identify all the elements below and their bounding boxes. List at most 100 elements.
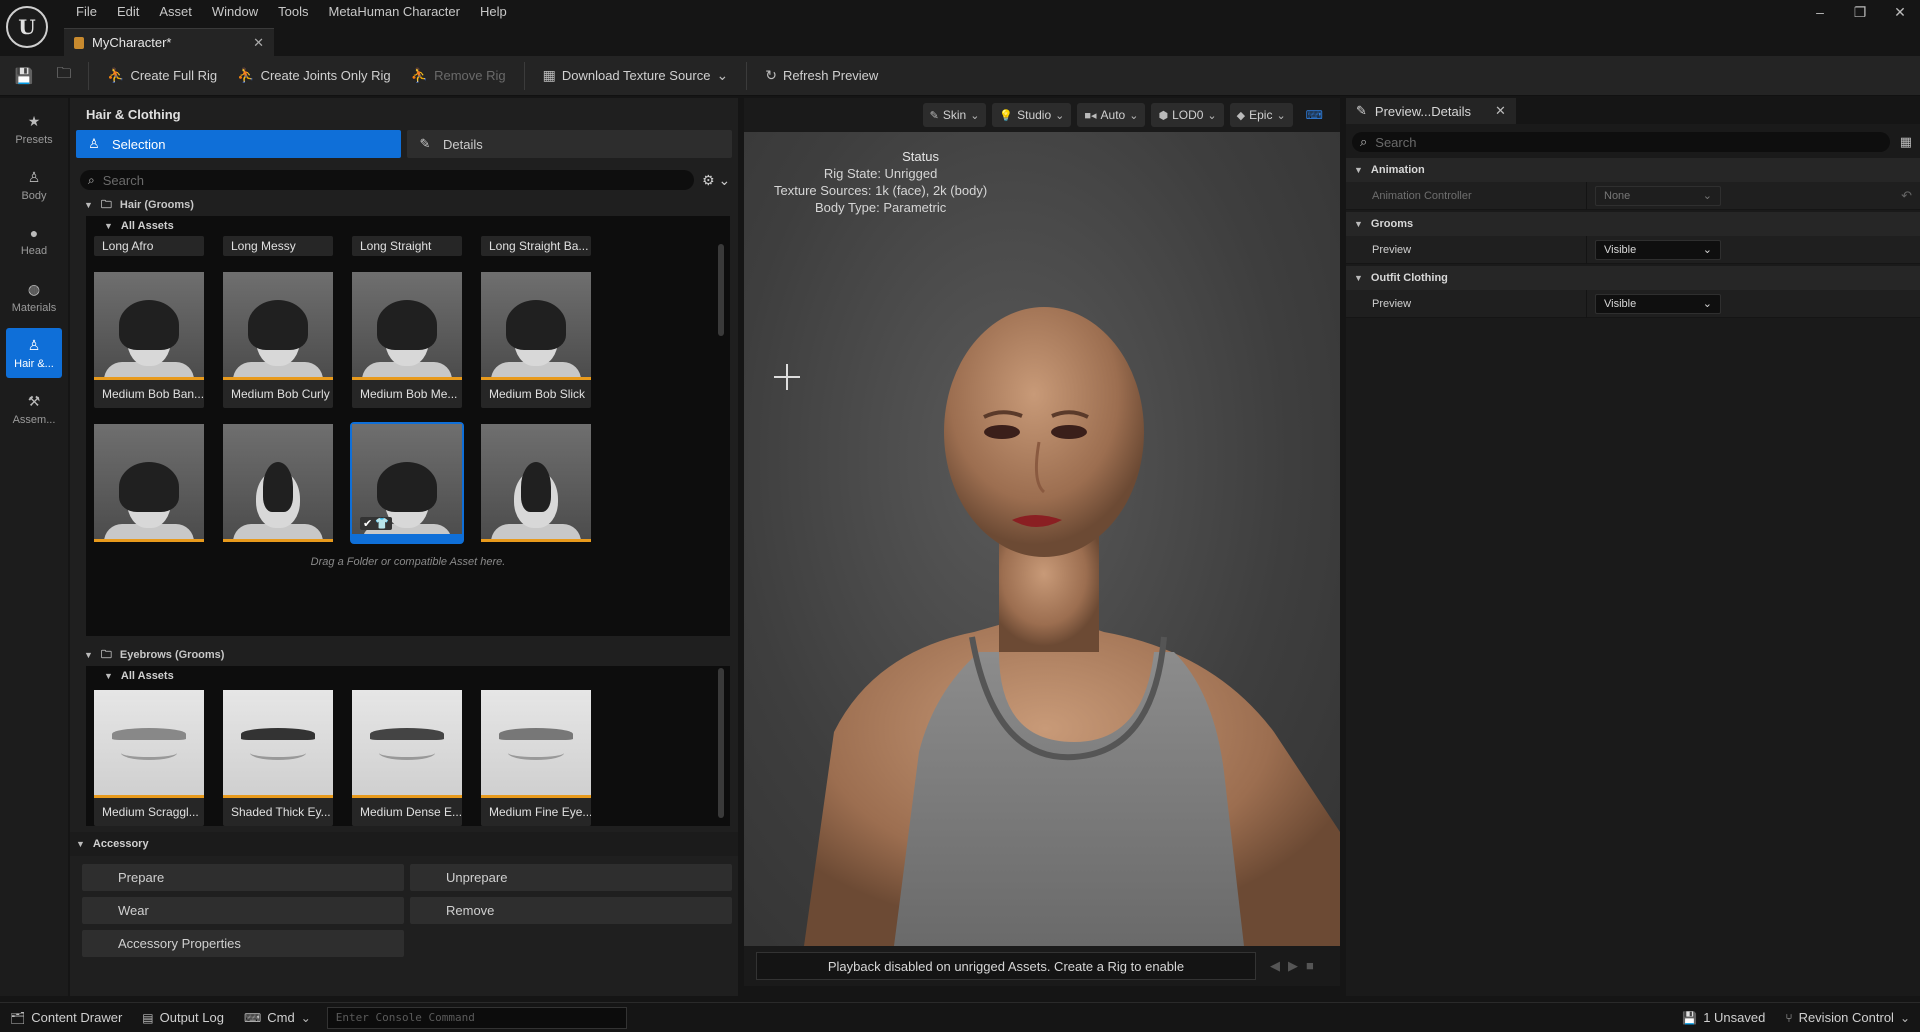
nav-materials[interactable]: ◍ Materials xyxy=(6,272,62,322)
table-view-icon[interactable]: ▦ xyxy=(1900,134,1912,150)
close-icon[interactable]: ✕ xyxy=(1495,103,1506,119)
nav-presets[interactable]: ★ Presets xyxy=(6,104,62,154)
eyebrow-thumbnail xyxy=(481,690,591,798)
asset-hair-mohawk[interactable] xyxy=(223,424,333,542)
details-search-row: ⌕ Search ▦ xyxy=(1346,124,1920,156)
asset-medium-dense[interactable]: Medium Dense E... xyxy=(352,690,462,826)
window-controls: – ❐ ✕ xyxy=(1800,0,1920,24)
unsaved-button[interactable]: 💾 1 Unsaved xyxy=(1672,1004,1775,1032)
reset-icon[interactable]: ↶ xyxy=(1901,188,1912,204)
menu-file[interactable]: File xyxy=(66,0,107,24)
category-outfit-clothing[interactable]: ▼ Outfit Clothing xyxy=(1346,266,1920,290)
play-reverse-icon[interactable]: ◀ xyxy=(1270,958,1280,974)
asset-long-straight-ba[interactable]: Long Straight Ba... xyxy=(481,236,591,256)
menu-asset[interactable]: Asset xyxy=(149,0,202,24)
prepare-button[interactable]: Prepare xyxy=(82,864,404,891)
studio-dropdown[interactable]: 💡 Studio ⌄ xyxy=(992,103,1072,127)
save-icon[interactable]: 💾 xyxy=(8,60,40,92)
browse-icon[interactable]: 🗀 xyxy=(48,60,80,92)
close-window-icon[interactable]: ✕ xyxy=(1880,0,1920,24)
refresh-preview-label: Refresh Preview xyxy=(782,68,879,83)
stop-icon[interactable]: ■ xyxy=(1306,958,1314,974)
tab-details[interactable]: ✎ Details xyxy=(407,130,732,158)
create-full-rig-button[interactable]: ⛹ Create Full Rig xyxy=(97,61,227,91)
nav-body-label: Body xyxy=(21,189,47,202)
asset-medium-scraggly[interactable]: Medium Scraggl... xyxy=(94,690,204,826)
cube-icon: ⬢ xyxy=(1158,109,1169,122)
eyebrows-section-header[interactable]: ▼ 🗀 Eyebrows (Grooms) xyxy=(70,644,738,666)
lod-label: LOD0 xyxy=(1172,108,1204,122)
asset-shaded-thick[interactable]: Shaded Thick Ey... xyxy=(223,690,333,826)
unprepare-button[interactable]: Unprepare xyxy=(410,864,732,891)
tab-preview-details[interactable]: ✎ Preview...Details ✕ xyxy=(1346,98,1516,124)
animation-controller-dropdown[interactable]: None ⌄ xyxy=(1595,185,1721,206)
character-render[interactable]: Status Rig State: Unrigged Texture Sourc… xyxy=(744,132,1340,946)
auto-dropdown[interactable]: ■◂ Auto ⌄ xyxy=(1077,103,1146,127)
grooms-preview-dropdown[interactable]: Visible ⌄ xyxy=(1595,239,1721,260)
asset-medium-fine[interactable]: Medium Fine Eye... xyxy=(481,690,591,826)
menu-help[interactable]: Help xyxy=(470,0,517,24)
tab-details-label: Details xyxy=(443,136,483,152)
details-search-input[interactable]: ⌕ Search xyxy=(1352,132,1890,152)
unreal-logo-icon[interactable]: U xyxy=(6,6,48,48)
restore-icon[interactable]: ❐ xyxy=(1840,0,1880,24)
skin-dropdown[interactable]: ✎ Skin ⌄ xyxy=(922,103,987,127)
outfit-preview-dropdown[interactable]: Visible ⌄ xyxy=(1595,293,1721,314)
menu-window[interactable]: Window xyxy=(202,0,268,24)
output-log-button[interactable]: ▤ Output Log xyxy=(132,1004,234,1032)
console-command-input[interactable]: Enter Console Command xyxy=(326,1006,627,1029)
eyebrows-all-assets-header[interactable]: ▼ All Assets xyxy=(86,666,730,686)
minimize-icon[interactable]: – xyxy=(1800,0,1840,24)
content-drawer-button[interactable]: 🗂 Content Drawer xyxy=(0,1004,132,1032)
keyboard-icon[interactable]: ⌨ xyxy=(1299,103,1330,127)
play-icon[interactable]: ▶ xyxy=(1288,958,1298,974)
asset-medium-bob-slick[interactable]: Medium Bob Slick xyxy=(481,272,591,408)
asset-medium-bob-messy[interactable]: Medium Bob Me... xyxy=(352,272,462,408)
download-texture-source-button[interactable]: ▦ Download Texture Source ⌄ xyxy=(533,61,739,91)
asset-hair-topknot[interactable] xyxy=(481,424,591,542)
remove-rig-button[interactable]: ⛹ Remove Rig xyxy=(401,61,516,91)
asset-long-messy[interactable]: Long Messy xyxy=(223,236,333,256)
asset-hair-selected[interactable]: ✔ 👕 xyxy=(350,422,464,544)
tab-selection[interactable]: ♙ Selection xyxy=(76,130,401,158)
nav-head[interactable]: ● Head xyxy=(6,216,62,266)
menu-tools[interactable]: Tools xyxy=(268,0,318,24)
nav-hair-clothing[interactable]: ♙ Hair &... xyxy=(6,328,62,378)
quality-dropdown[interactable]: ◆ Epic ⌄ xyxy=(1229,103,1293,127)
lod-dropdown[interactable]: ⬢ LOD0 ⌄ xyxy=(1151,103,1224,127)
refresh-preview-button[interactable]: ↻ Refresh Preview xyxy=(755,61,888,91)
revision-control-button[interactable]: ⑂ Revision Control ⌄ xyxy=(1775,1004,1920,1032)
asset-medium-bob-bangs[interactable]: Medium Bob Ban... xyxy=(94,272,204,408)
wear-button[interactable]: Wear xyxy=(82,897,404,924)
hair-section-header[interactable]: ▼ 🗀 Hair (Grooms) xyxy=(70,194,738,216)
outfit-preview-value: Visible xyxy=(1604,297,1637,310)
menu-metahuman-character[interactable]: MetaHuman Character xyxy=(318,0,470,24)
asset-long-straight[interactable]: Long Straight xyxy=(352,236,462,256)
accessory-properties-button[interactable]: Accessory Properties xyxy=(82,930,404,957)
nav-body[interactable]: ♙ Body xyxy=(6,160,62,210)
category-animation-label: Animation xyxy=(1370,164,1425,176)
playback-message: Playback disabled on unrigged Assets. Cr… xyxy=(756,952,1256,980)
asset-long-afro[interactable]: Long Afro xyxy=(94,236,204,256)
category-grooms[interactable]: ▼ Grooms xyxy=(1346,212,1920,236)
details-search-placeholder: Search xyxy=(1375,134,1417,150)
asset-medium-bob-curly[interactable]: Medium Bob Curly xyxy=(223,272,333,408)
menu-edit[interactable]: Edit xyxy=(107,0,149,24)
panel-search-input[interactable]: ⌕ Search xyxy=(80,170,694,190)
create-joints-only-rig-button[interactable]: ⛹ Create Joints Only Rig xyxy=(227,61,401,91)
remove-button[interactable]: Remove xyxy=(410,897,732,924)
asset-hair-bob[interactable] xyxy=(94,424,204,542)
hair-scrollbar[interactable] xyxy=(718,244,724,336)
settings-gear-icon[interactable]: ⚙ ⌄ xyxy=(702,172,732,189)
cmd-dropdown[interactable]: ⌨ Cmd ⌄ xyxy=(234,1004,321,1032)
eyebrows-scrollbar[interactable] xyxy=(718,668,724,818)
category-animation[interactable]: ▼ Animation xyxy=(1346,158,1920,182)
chevron-down-icon: ⌄ xyxy=(1055,109,1065,122)
accessory-section-header[interactable]: ▼ Accessory xyxy=(70,832,738,856)
asset-label: Medium Fine Eye... xyxy=(489,805,591,819)
tab-mycharacter[interactable]: MyCharacter* ✕ xyxy=(64,28,274,56)
hair-section-label: Hair (Grooms) xyxy=(119,199,194,211)
hair-all-assets-header[interactable]: ▼ All Assets xyxy=(86,216,730,236)
nav-assembly[interactable]: ⚒ Assem... xyxy=(6,384,62,434)
close-tab-icon[interactable]: ✕ xyxy=(253,35,264,51)
